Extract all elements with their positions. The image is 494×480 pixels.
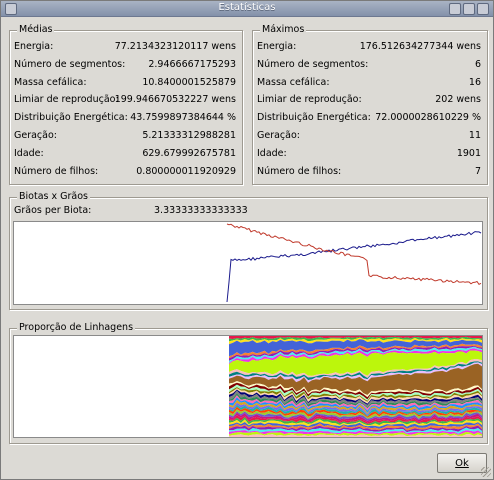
maximos-row: Idade: 1901 [253,148,487,162]
maximos-row-label: Energia: [257,41,297,52]
maximos-row-value: 72.0000028610229 % [375,112,481,124]
maximos-group-title: Máximos [260,24,307,35]
maximos-row: Energia: 176.512634277344 wens [253,41,487,55]
minimize-icon[interactable] [449,3,461,15]
medias-row-value: 10.8400001525879 [142,76,236,88]
medias-row-value: 77.2134323120117 wens [114,41,236,52]
biotas-graos-group-title: Biotas x Grãos [17,191,90,202]
biotas-graos-plot [13,221,483,305]
biotas-line [226,231,482,303]
maximos-row: Massa cefálica: 16 [253,77,487,91]
maximos-row-label: Número de filhos: [257,165,342,177]
maximos-row-value: 1901 [456,147,481,159]
close-icon[interactable] [477,3,489,15]
medias-row-label: Massa cefálica: [14,76,87,88]
linhagens-plot [13,335,483,438]
resize-grip[interactable] [481,467,491,477]
statistics-window: Estatísticas Médias Energia: 77.213432312… [0,0,494,480]
medias-row-label: Energia: [14,41,54,52]
medias-row-label: Número de filhos: [14,165,99,177]
maximize-icon[interactable] [463,3,475,15]
maximos-row-value: 11 [468,130,481,141]
medias-row: Massa cefálica: 10.8400001525879 [10,77,242,91]
maximos-row: Número de filhos: 7 [253,166,487,180]
maximos-row: Distribuição Energética: 72.0000028610229… [253,112,487,126]
maximos-row: Limiar de reprodução: 202 wens [253,94,487,108]
maximos-row: Número de segmentos: 6 [253,59,487,73]
biotas-graos-chart [226,223,482,303]
medias-row-label: Número de segmentos: [14,58,126,70]
maximos-row-label: Limiar de reprodução: [257,94,362,106]
linhagens-chart [229,336,482,437]
medias-row-label: Idade: [14,147,44,159]
medias-row-label: Distribuição Energética: [14,112,128,124]
medias-row-value: 2.9466667175293 [148,58,236,70]
medias-row-value: 43.7599897384644 % [130,112,236,124]
maximos-row-label: Massa cefálica: [257,76,330,88]
medias-row: Geração: 5.21333312988281 [10,130,242,144]
linhagens-group: Proporção de Linhagens [9,322,488,444]
medias-row-value: 629.679992675781 [142,147,236,159]
medias-row-value: 0.800000011920929 [136,165,236,177]
medias-row-label: Limiar de reprodução: [14,94,119,106]
maximos-row: Geração: 11 [253,130,487,144]
maximos-row-label: Geração: [257,130,300,141]
medias-row: Distribuição Energética: 43.7599897384644… [10,112,242,126]
maximos-row-value: 16 [468,76,481,88]
medias-row: Número de segmentos: 2.9466667175293 [10,59,242,73]
medias-row: Energia: 77.2134323120117 wens [10,41,242,55]
medias-group: Médias Energia: 77.2134323120117 wens Núme… [9,24,243,185]
medias-row: Idade: 629.679992675781 [10,148,242,162]
medias-row: Número de filhos: 0.800000011920929 [10,166,242,180]
medias-row-label: Geração: [14,130,57,141]
maximos-group: Máximos Energia: 176.512634277344 wens Núm… [252,24,488,185]
maximos-row-value: 6 [474,58,481,70]
title-bar[interactable]: Estatísticas [1,1,493,17]
graos-per-biota-value: 3.33333333333333 [154,205,248,216]
maximos-row-value: 7 [474,165,481,177]
medias-row-value: 5.21333312988281 [142,130,236,141]
biotas-graos-group: Biotas x Grãos Grãos per Biota: 3.333333… [9,191,488,310]
maximos-row-label: Número de segmentos: [257,58,369,70]
medias-row-value: 199.946670532227 wens [114,94,236,106]
graos-per-biota-label: Grãos per Biota: [14,205,92,216]
medias-row: Limiar de reprodução: 199.946670532227 we… [10,94,242,108]
maximos-row-label: Distribuição Energética: [257,112,371,124]
maximos-row-value: 202 wens [435,94,481,106]
maximos-row-value: 176.512634277344 wens [359,41,481,52]
ok-button[interactable]: Ok [437,453,487,473]
linhagens-group-title: Proporção de Linhagens [17,322,136,333]
medias-group-title: Médias [17,24,55,35]
graos-line [226,223,482,286]
maximos-row-label: Idade: [257,147,287,159]
window-title: Estatísticas [218,2,276,13]
